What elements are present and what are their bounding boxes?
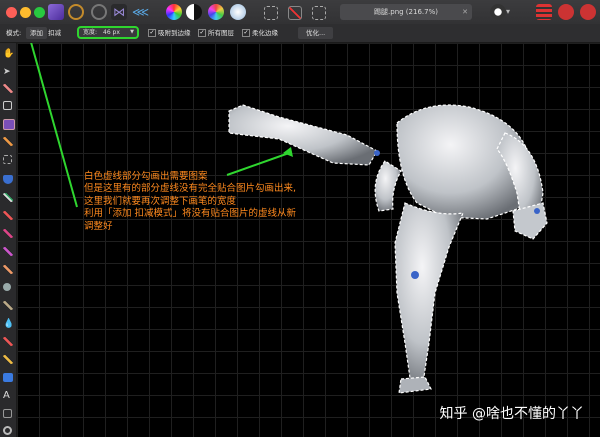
color-wheel-icon[interactable] xyxy=(166,4,182,20)
app-logo-icon xyxy=(48,4,64,20)
liquify-persona-icon[interactable] xyxy=(91,4,107,20)
width-value[interactable]: 46 px xyxy=(103,28,120,37)
clone-icon[interactable] xyxy=(3,265,13,274)
watermark: 知乎 @啥也不懂的丫丫 xyxy=(439,406,584,422)
zoom-icon[interactable] xyxy=(3,426,12,435)
develop-persona-icon[interactable]: ⋈ xyxy=(111,4,127,20)
dropdown-arrow-icon[interactable]: ▾ xyxy=(506,4,522,20)
color-picker-icon[interactable] xyxy=(3,84,13,93)
annotation-line-2: 但是这里有的部分虚线没有完全贴合图片勾画出来, xyxy=(84,183,297,195)
share-icon[interactable]: ⋘ xyxy=(132,4,149,20)
document-tab[interactable]: 踢腿.png (216.7%) ✕ xyxy=(340,4,472,20)
annotation-text: 白色虚线部分勾画出需要图案 但是这里有的部分虚线没有完全贴合图片勾画出来, 这里… xyxy=(84,171,384,233)
flood-select-icon[interactable] xyxy=(3,137,13,146)
pen-icon[interactable] xyxy=(3,337,13,346)
pixel-brush-icon[interactable] xyxy=(3,211,13,220)
window-close-button[interactable] xyxy=(6,7,17,18)
assistant-icon[interactable] xyxy=(558,4,574,20)
white-balance-icon[interactable] xyxy=(230,4,246,20)
brush-width-field[interactable]: 宽度: 46 px ▼ xyxy=(77,26,139,39)
hand-icon[interactable]: ✋ xyxy=(3,49,14,59)
snapping-icon[interactable] xyxy=(580,4,596,20)
text-icon[interactable]: A xyxy=(3,391,13,401)
quick-mask-icon[interactable] xyxy=(536,4,552,20)
window-minimize-button[interactable] xyxy=(20,7,31,18)
shape-icon[interactable] xyxy=(3,373,13,382)
canvas[interactable] xyxy=(17,43,600,437)
soft-edges-label: 柔化边缘 xyxy=(252,29,278,37)
annotation-line-3: 这里我们就要再次调整下画笔的宽度 xyxy=(84,195,237,207)
view-mode-icon[interactable] xyxy=(490,4,506,20)
all-layers-label: 所有图层 xyxy=(208,29,234,37)
selection-brush-icon[interactable] xyxy=(3,119,15,130)
document-title: 踢腿.png (216.7%) xyxy=(374,8,438,16)
annotation-line-4: 利用「添加 扣减模式」将没有贴合图片的虚线从新 xyxy=(84,208,297,220)
subtract-mode-button[interactable]: 扣减 xyxy=(48,24,61,42)
width-dropdown-icon[interactable]: ▼ xyxy=(130,28,134,37)
healing-icon[interactable] xyxy=(3,283,11,291)
dodge-icon[interactable] xyxy=(3,247,13,256)
node-icon[interactable] xyxy=(3,355,13,364)
refine-button[interactable]: 优化... xyxy=(298,27,334,39)
snap-edges-checkbox[interactable]: ✓ xyxy=(148,29,156,37)
sharpen-icon[interactable]: 💧 xyxy=(3,319,14,329)
move-icon[interactable]: ➤ xyxy=(3,67,13,77)
invert-selection-icon[interactable] xyxy=(312,6,326,20)
levels-icon[interactable] xyxy=(186,4,202,20)
width-label: 宽度: xyxy=(83,29,98,36)
close-tab-icon[interactable]: ✕ xyxy=(462,4,468,20)
crop-icon[interactable] xyxy=(3,101,12,110)
marquee-icon[interactable] xyxy=(3,155,12,164)
add-mode-button[interactable]: 添加 xyxy=(26,27,47,39)
robot-figure-image xyxy=(30,43,548,394)
photo-persona-icon[interactable] xyxy=(68,4,84,20)
hsl-icon[interactable] xyxy=(208,4,224,20)
marquee-selection-icon[interactable] xyxy=(264,6,278,20)
window-maximize-button[interactable] xyxy=(34,7,45,18)
annotation-line-5: 调整好 xyxy=(84,220,113,232)
title-bar: ⋈ ⋘ 踢腿.png (216.7%) ✕ ▾ xyxy=(0,0,600,25)
deselect-icon[interactable] xyxy=(288,6,302,20)
soft-edges-checkbox[interactable]: ✓ xyxy=(242,29,250,37)
fill-icon[interactable] xyxy=(3,175,13,184)
mesh-icon[interactable] xyxy=(3,409,12,418)
paint-brush-icon[interactable] xyxy=(3,193,13,202)
all-layers-checkbox[interactable]: ✓ xyxy=(198,29,206,37)
mode-label: 模式: xyxy=(6,29,22,37)
tools-panel: ✋ ➤ 💧 A xyxy=(0,43,17,437)
erase-brush-icon[interactable] xyxy=(3,229,13,238)
snap-edges-label: 吸附到边缘 xyxy=(158,29,191,37)
blur-icon[interactable] xyxy=(3,301,13,310)
annotation-line-1: 白色虚线部分勾画出需要图案 xyxy=(84,171,208,182)
